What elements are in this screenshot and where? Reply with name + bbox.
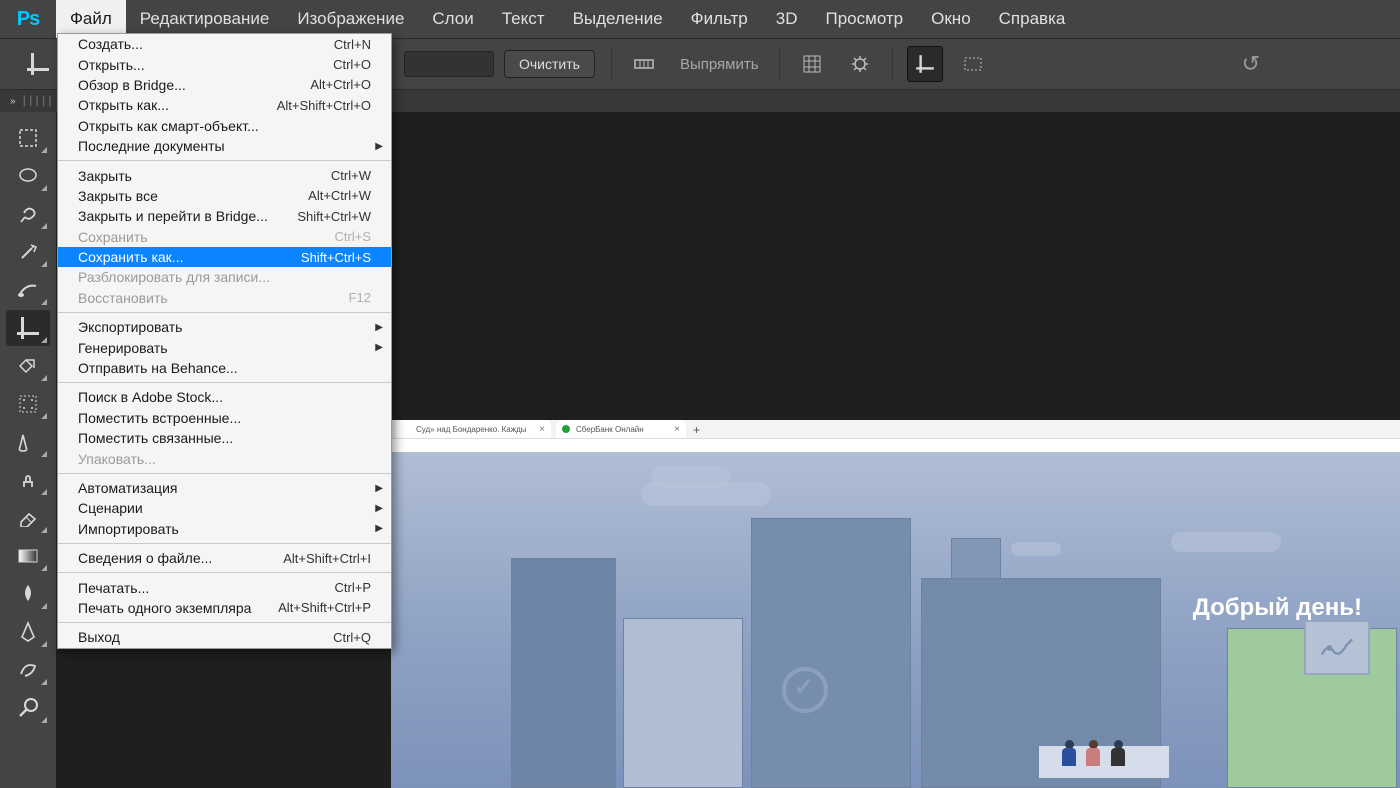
straighten-icon[interactable] (626, 46, 662, 82)
crop-settings-icon[interactable] (842, 46, 878, 82)
content-aware-icon[interactable] (955, 46, 991, 82)
reset-crop-icon[interactable]: ↺ (1242, 51, 1260, 77)
toolbox (0, 112, 56, 788)
menu-item: Разблокировать для записи... (58, 267, 391, 287)
tabs-expand-icon[interactable]: » (4, 96, 22, 107)
menu-item[interactable]: Поместить встроенные... (58, 408, 391, 428)
tool-zoom[interactable] (6, 690, 50, 726)
delete-cropped-icon[interactable] (907, 46, 943, 82)
menu-item[interactable]: Открыть как смарт-объект... (58, 116, 391, 136)
menu-item[interactable]: Открыть...Ctrl+O (58, 54, 391, 74)
menu-3d[interactable]: 3D (762, 0, 812, 38)
menu-item[interactable]: Автоматизация▶ (58, 478, 391, 498)
menu-item[interactable]: Поместить связанные... (58, 428, 391, 448)
tool-brush-sel[interactable] (6, 272, 50, 308)
menu-item: Упаковать... (58, 448, 391, 468)
file-menu-dropdown: Создать...Ctrl+NОткрыть...Ctrl+OОбзор в … (57, 33, 392, 649)
tool-smudge[interactable] (6, 652, 50, 688)
document-image: Добрый день! (391, 452, 1400, 788)
menu-item: ВосстановитьF12 (58, 288, 391, 308)
tool-gradient[interactable] (6, 538, 50, 574)
menu-item[interactable]: Поиск в Adobe Stock... (58, 387, 391, 407)
menu-слои[interactable]: Слои (418, 0, 487, 38)
menu-separator (58, 473, 391, 474)
new-tab-icon: + (693, 423, 700, 437)
tool-blur[interactable] (6, 576, 50, 612)
billboard-icon (1304, 620, 1370, 675)
straighten-label[interactable]: Выпрямить (680, 56, 759, 73)
menu-separator (58, 543, 391, 544)
bench-scene (1039, 728, 1169, 788)
tool-eyedropper[interactable] (6, 424, 50, 460)
menu-справка[interactable]: Справка (985, 0, 1080, 38)
sber-logo-icon (782, 667, 828, 713)
tool-clone[interactable] (6, 462, 50, 498)
menu-item[interactable]: Генерировать▶ (58, 337, 391, 357)
embedded-browser-tab: СберБанк Онлайн× (556, 420, 686, 438)
menu-separator (58, 160, 391, 161)
crop-tool-icon[interactable] (20, 46, 56, 82)
menu-item[interactable]: Открыть как...Alt+Shift+Ctrl+O (58, 95, 391, 115)
menu-item[interactable]: Сценарии▶ (58, 498, 391, 518)
tool-magic-wand[interactable] (6, 196, 50, 232)
menu-item[interactable]: ЗакрытьCtrl+W (58, 165, 391, 185)
photoshop-logo-icon: Ps (0, 0, 56, 39)
menu-item[interactable]: Закрыть всеAlt+Ctrl+W (58, 186, 391, 206)
menu-separator (58, 572, 391, 573)
menu-item: СохранитьCtrl+S (58, 227, 391, 247)
menu-item[interactable]: Создать...Ctrl+N (58, 34, 391, 54)
tool-slice[interactable] (6, 348, 50, 384)
greeting-text: Добрый день! (1193, 594, 1362, 622)
menu-item[interactable]: Сведения о файле...Alt+Shift+Ctrl+I (58, 548, 391, 568)
menu-separator (58, 622, 391, 623)
menu-item[interactable]: Печатать...Ctrl+P (58, 577, 391, 597)
menu-item[interactable]: Последние документы▶ (58, 136, 391, 156)
menu-фильтр[interactable]: Фильтр (677, 0, 762, 38)
menu-окно[interactable]: Окно (917, 0, 985, 38)
embedded-browser-tab: Суд» над Бондаренко. Кажды× (396, 420, 551, 438)
grid-overlay-icon[interactable] (794, 46, 830, 82)
menu-separator (58, 312, 391, 313)
menu-item[interactable]: Закрыть и перейти в Bridge...Shift+Ctrl+… (58, 206, 391, 226)
document-content: Суд» над Бондаренко. Кажды× СберБанк Онл… (391, 420, 1400, 452)
menu-текст[interactable]: Текст (488, 0, 559, 38)
menu-item[interactable]: Отправить на Behance... (58, 358, 391, 378)
crop-width-input[interactable] (404, 51, 494, 77)
menu-item[interactable]: Обзор в Bridge...Alt+Ctrl+O (58, 75, 391, 95)
tool-quick-select[interactable] (6, 234, 50, 270)
menu-item[interactable]: ВыходCtrl+Q (58, 627, 391, 647)
menu-item[interactable]: Печать одного экземпляраAlt+Shift+Ctrl+P (58, 598, 391, 618)
panel-grip-icon[interactable]: ┃┃┃┃┃ (22, 96, 54, 107)
menu-separator (58, 382, 391, 383)
tool-frame[interactable] (6, 386, 50, 422)
tool-pen[interactable] (6, 614, 50, 650)
tool-lasso[interactable] (6, 158, 50, 194)
clear-button[interactable]: Очистить (504, 50, 595, 78)
tool-marquee[interactable] (6, 120, 50, 156)
menu-выделение[interactable]: Выделение (559, 0, 677, 38)
menu-item[interactable]: Экспортировать▶ (58, 317, 391, 337)
menu-просмотр[interactable]: Просмотр (812, 0, 918, 38)
tool-eraser[interactable] (6, 500, 50, 536)
tool-crop[interactable] (6, 310, 50, 346)
menu-item[interactable]: Сохранить как...Shift+Ctrl+S (58, 247, 391, 267)
menu-item[interactable]: Импортировать▶ (58, 519, 391, 539)
